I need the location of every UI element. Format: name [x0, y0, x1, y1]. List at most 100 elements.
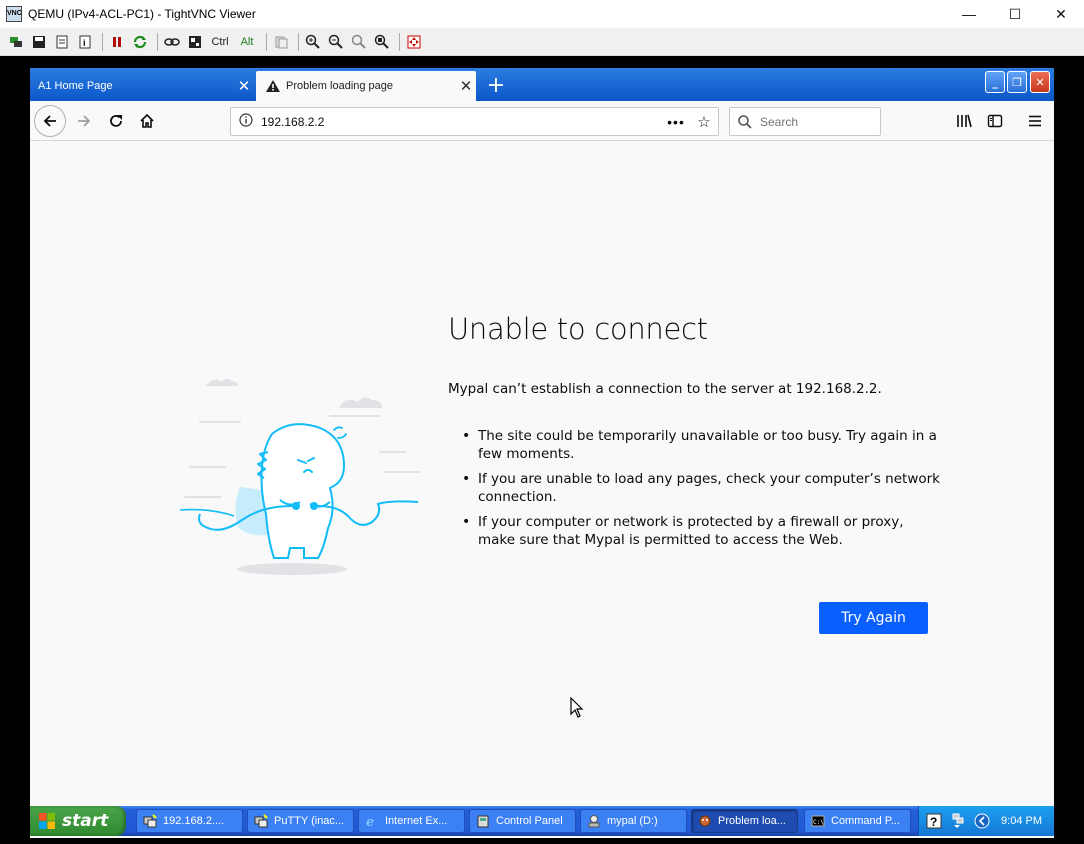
- task-label: Problem loa...: [718, 815, 786, 827]
- cmd-icon: C:\: [811, 814, 825, 828]
- library-icon: [957, 114, 972, 128]
- task-label: Control Panel: [496, 815, 563, 827]
- options-icon[interactable]: [52, 32, 72, 52]
- sidebar-button[interactable]: [981, 107, 1009, 135]
- vnc-titlebar: VNC QEMU (IPv4-ACL-PC1) - TightVNC Viewe…: [0, 0, 1084, 28]
- browser-tab-strip: A1 Home Page ✕ Problem loading page ✕ + …: [30, 68, 1054, 101]
- tray-expand-icon[interactable]: [973, 812, 991, 830]
- search-placeholder: Search: [760, 114, 799, 129]
- toolbar-separator: [298, 32, 299, 51]
- error-description: Mypal can’t establish a connection to th…: [448, 381, 882, 397]
- task-label: 192.168.2....: [163, 815, 225, 827]
- back-button[interactable]: [34, 105, 66, 137]
- window-title: QEMU (IPv4-ACL-PC1) - TightVNC Viewer: [28, 7, 256, 21]
- clipboard-icon[interactable]: [271, 32, 291, 52]
- home-button[interactable]: [133, 107, 161, 135]
- system-tray: ? 9:04 PM: [918, 806, 1054, 836]
- page-actions-icon[interactable]: •••: [662, 114, 690, 130]
- tab-a1-home[interactable]: A1 Home Page ✕: [30, 71, 254, 101]
- list-item: The site could be temporarily unavailabl…: [462, 427, 942, 463]
- task-label: Command P...: [831, 815, 900, 827]
- svg-text:e: e: [366, 815, 374, 828]
- taskbar: start 192.168.2.... PuTTY (inac... e Int…: [30, 806, 1054, 836]
- window-restore-button[interactable]: ❐: [1007, 71, 1027, 93]
- info-icon[interactable]: i: [75, 32, 95, 52]
- window-minimize-button[interactable]: _: [985, 71, 1005, 93]
- tab-label: A1 Home Page: [38, 80, 113, 92]
- error-title: Unable to connect: [448, 312, 708, 346]
- forward-button[interactable]: [70, 107, 98, 135]
- vnc-toolbar: i Ctrl Alt: [0, 28, 1084, 56]
- mypal-icon: [698, 814, 712, 828]
- pause-icon[interactable]: [107, 32, 127, 52]
- putty-icon: [254, 814, 268, 828]
- taskbar-item-putty-session[interactable]: 192.168.2....: [136, 809, 243, 833]
- arrow-left-icon: [43, 115, 56, 127]
- sidebar-icon: [987, 114, 1003, 128]
- task-label: Internet Ex...: [385, 815, 448, 827]
- task-label: mypal (D:): [607, 815, 658, 827]
- reload-icon: [110, 115, 122, 127]
- taskbar-item-control-panel[interactable]: Control Panel: [469, 809, 576, 833]
- home-icon: [140, 113, 154, 128]
- toolbar-separator: [157, 32, 158, 51]
- window-close-button[interactable]: ✕: [1030, 71, 1050, 93]
- network-icon[interactable]: [949, 812, 967, 830]
- start-label: start: [62, 811, 109, 831]
- svg-text:C:\: C:\: [813, 819, 824, 826]
- alt-key-button[interactable]: Alt: [235, 32, 259, 52]
- tab-problem-loading[interactable]: Problem loading page ✕: [256, 71, 476, 101]
- new-tab-button[interactable]: +: [482, 71, 510, 99]
- close-button[interactable]: ✕: [1038, 0, 1084, 28]
- hamburger-icon: [1029, 115, 1041, 127]
- help-icon[interactable]: ?: [925, 812, 943, 830]
- unplugged-dinosaur-illustration: [180, 378, 421, 575]
- zoom-out-icon[interactable]: [326, 32, 346, 52]
- taskbar-item-internet-explorer[interactable]: e Internet Ex...: [358, 809, 465, 833]
- guest-screen: A1 Home Page ✕ Problem loading page ✕ + …: [30, 68, 1054, 838]
- url-bar[interactable]: 192.168.2.2 ••• ☆: [230, 107, 719, 136]
- taskbar-item-problem-loading[interactable]: Problem loa...: [691, 809, 798, 833]
- zoom-100-icon[interactable]: [349, 32, 369, 52]
- error-page: Unable to connect Mypal can’t establish …: [30, 142, 1054, 800]
- ctrl-alt-del-icon[interactable]: [162, 32, 182, 52]
- arrow-right-icon: [78, 115, 91, 127]
- zoom-in-icon[interactable]: [303, 32, 323, 52]
- new-connection-icon[interactable]: [6, 32, 26, 52]
- warning-icon: [266, 80, 280, 92]
- navigation-toolbar: 192.168.2.2 ••• ☆ Search: [30, 101, 1054, 141]
- clock[interactable]: 9:04 PM: [1001, 815, 1042, 827]
- site-info-icon[interactable]: [231, 113, 261, 130]
- library-button[interactable]: [950, 107, 978, 135]
- vnc-app-icon: VNC: [6, 6, 22, 22]
- ctrl-key-button[interactable]: Ctrl: [208, 32, 232, 52]
- ie-icon: e: [365, 814, 379, 828]
- putty-icon: [143, 814, 157, 828]
- control-panel-icon: [476, 814, 490, 828]
- save-icon[interactable]: [29, 32, 49, 52]
- maximize-button[interactable]: ☐: [992, 0, 1038, 28]
- refresh-icon[interactable]: [130, 32, 150, 52]
- list-item: If your computer or network is protected…: [462, 513, 942, 549]
- zoom-auto-icon[interactable]: [372, 32, 392, 52]
- bookmark-star-icon[interactable]: ☆: [690, 113, 718, 131]
- taskbar-item-putty-inactive[interactable]: PuTTY (inac...: [247, 809, 354, 833]
- fullscreen-icon[interactable]: [404, 32, 424, 52]
- win-key-icon[interactable]: [185, 32, 205, 52]
- search-input[interactable]: Search: [729, 107, 881, 136]
- start-button[interactable]: start: [30, 806, 126, 836]
- reload-button[interactable]: [102, 107, 130, 135]
- menu-button[interactable]: [1021, 107, 1049, 135]
- taskbar-item-mypal-drive[interactable]: mypal (D:): [580, 809, 687, 833]
- try-again-button[interactable]: Try Again: [819, 602, 928, 634]
- minimize-button[interactable]: —: [946, 0, 992, 28]
- url-text[interactable]: 192.168.2.2: [261, 115, 662, 129]
- error-tips-list: The site could be temporarily unavailabl…: [462, 427, 942, 556]
- close-tab-icon[interactable]: ✕: [456, 77, 476, 95]
- close-tab-icon[interactable]: ✕: [234, 77, 254, 95]
- toolbar-separator: [399, 32, 400, 51]
- drive-icon: [587, 814, 601, 828]
- svg-text:i: i: [83, 38, 86, 48]
- search-icon: [730, 114, 760, 130]
- taskbar-item-command-prompt[interactable]: C:\ Command P...: [804, 809, 911, 833]
